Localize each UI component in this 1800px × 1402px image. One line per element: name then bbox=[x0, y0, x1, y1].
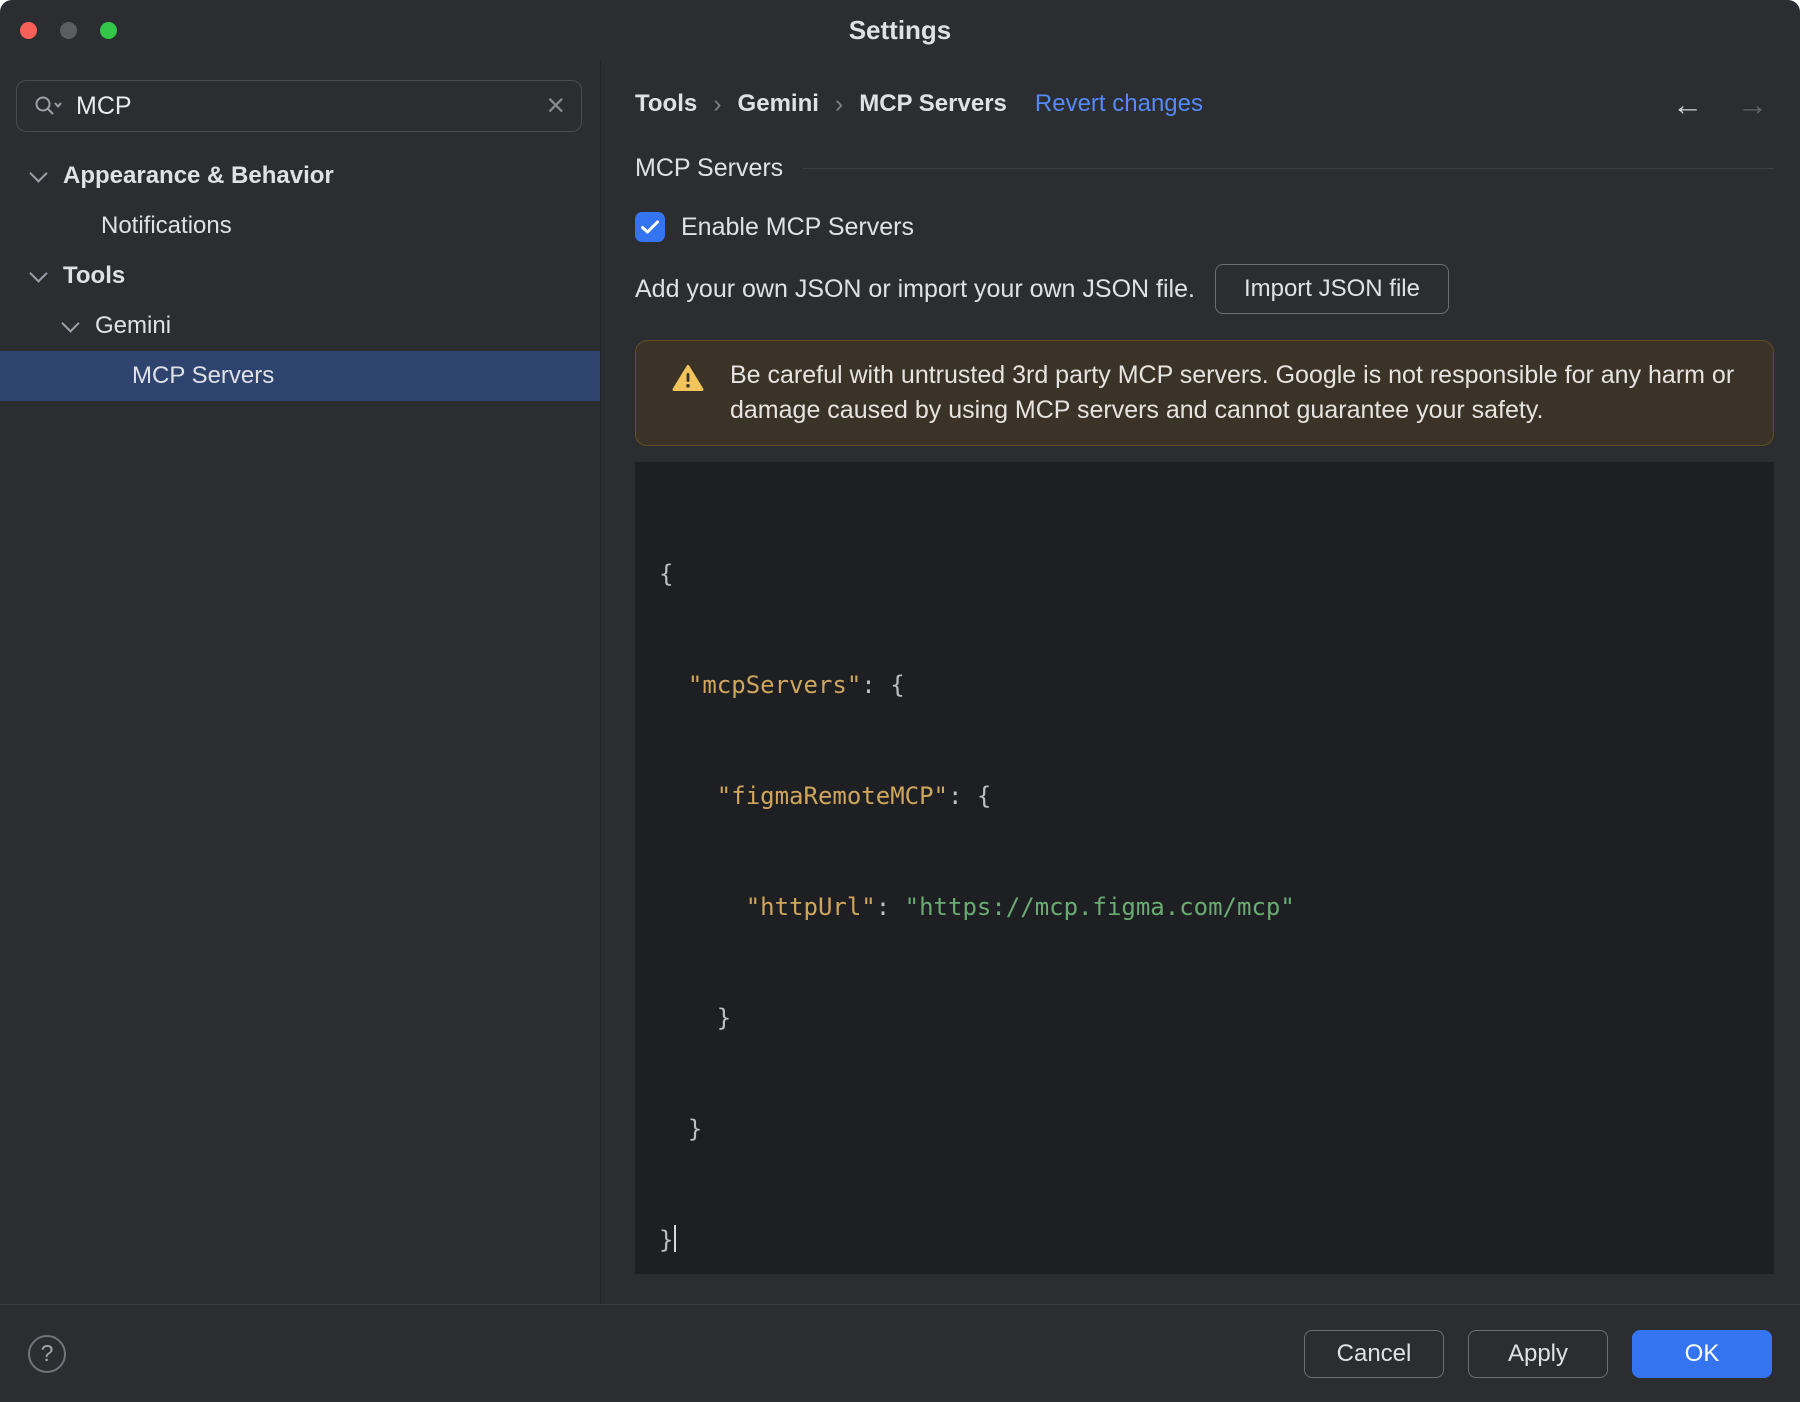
sidebar-item-appearance-behavior[interactable]: Appearance & Behavior bbox=[0, 151, 600, 201]
settings-main-panel: Tools › Gemini › MCP Servers Revert chan… bbox=[601, 60, 1800, 1304]
breadcrumb-separator-icon: › bbox=[713, 89, 722, 118]
text-caret bbox=[674, 1225, 677, 1252]
breadcrumb-mcp-servers: MCP Servers bbox=[859, 90, 1007, 117]
code-punct: } bbox=[659, 1115, 703, 1143]
history-nav: ← → bbox=[1672, 89, 1774, 120]
sidebar-item-gemini[interactable]: Gemini bbox=[0, 301, 600, 351]
sidebar-item-label: Appearance & Behavior bbox=[63, 162, 334, 189]
close-window-button[interactable] bbox=[20, 21, 37, 39]
minimize-window-button[interactable] bbox=[60, 21, 77, 39]
checkmark-icon bbox=[641, 220, 659, 234]
settings-window: Settings × Appearance & Behavior bbox=[0, 0, 1800, 1402]
code-line: { bbox=[659, 556, 1750, 593]
window-controls bbox=[20, 0, 117, 60]
clear-search-icon[interactable]: × bbox=[546, 89, 565, 124]
question-mark-icon: ? bbox=[40, 1340, 54, 1366]
code-punct: : bbox=[875, 893, 905, 921]
code-key: "httpUrl" bbox=[745, 893, 876, 921]
code-punct: { bbox=[659, 560, 674, 588]
section-title: MCP Servers bbox=[635, 153, 784, 182]
settings-search-field[interactable]: × bbox=[16, 80, 582, 132]
sidebar-item-label: Notifications bbox=[101, 212, 232, 239]
warning-text: Be careful with untrusted 3rd party MCP … bbox=[730, 361, 1735, 424]
import-json-button[interactable]: Import JSON file bbox=[1214, 264, 1449, 314]
enable-mcp-label: Enable MCP Servers bbox=[681, 212, 914, 241]
json-hint-row: Add your own JSON or import your own JSO… bbox=[635, 264, 1774, 314]
chevron-down-icon[interactable] bbox=[61, 313, 80, 333]
code-line: } bbox=[659, 1111, 1750, 1148]
search-input[interactable] bbox=[76, 91, 534, 121]
settings-tree: Appearance & Behavior Notifications Tool… bbox=[0, 151, 600, 401]
settings-sidebar: × Appearance & Behavior Notifications To… bbox=[0, 60, 601, 1304]
help-button[interactable]: ? bbox=[28, 1334, 66, 1373]
sidebar-item-label: Gemini bbox=[95, 312, 172, 339]
chevron-down-icon[interactable] bbox=[29, 163, 48, 183]
code-line: } bbox=[659, 1222, 1750, 1259]
sidebar-item-notifications[interactable]: Notifications bbox=[0, 201, 600, 251]
sidebar-item-mcp-servers[interactable]: MCP Servers bbox=[0, 351, 600, 401]
apply-button[interactable]: Apply bbox=[1468, 1329, 1608, 1378]
cancel-button[interactable]: Cancel bbox=[1304, 1329, 1444, 1378]
section-header: MCP Servers bbox=[635, 153, 1774, 183]
code-key: "figmaRemoteMCP" bbox=[716, 782, 948, 810]
dialog-footer: ? Cancel Apply OK bbox=[0, 1304, 1800, 1402]
warning-triangle-icon bbox=[672, 364, 704, 397]
sidebar-item-tools[interactable]: Tools bbox=[0, 251, 600, 301]
breadcrumb-tools[interactable]: Tools bbox=[635, 90, 697, 118]
code-line: "mcpServers": { bbox=[659, 667, 1750, 704]
breadcrumb-gemini[interactable]: Gemini bbox=[738, 90, 819, 118]
code-punct: } bbox=[659, 1004, 732, 1032]
code-line: } bbox=[659, 1000, 1750, 1037]
chevron-down-icon[interactable] bbox=[29, 263, 48, 283]
sidebar-item-label: MCP Servers bbox=[132, 362, 275, 389]
code-key: "mcpServers" bbox=[687, 671, 862, 699]
json-editor[interactable]: { "mcpServers": { "figmaRemoteMCP": { "h… bbox=[635, 462, 1774, 1274]
code-string: "https://mcp.figma.com/mcp" bbox=[904, 893, 1295, 921]
warning-banner: Be careful with untrusted 3rd party MCP … bbox=[635, 340, 1774, 446]
dialog-buttons: Cancel Apply OK bbox=[1304, 1329, 1772, 1378]
code-punct: : { bbox=[947, 782, 992, 810]
ok-button[interactable]: OK bbox=[1632, 1329, 1772, 1378]
back-arrow-icon[interactable]: ← bbox=[1672, 89, 1703, 120]
breadcrumb: Tools › Gemini › MCP Servers Revert chan… bbox=[635, 86, 1774, 122]
json-hint-text: Add your own JSON or import your own JSO… bbox=[635, 274, 1195, 303]
zoom-window-button[interactable] bbox=[100, 21, 117, 39]
titlebar: Settings bbox=[0, 0, 1800, 60]
sidebar-item-label: Tools bbox=[63, 262, 126, 289]
enable-mcp-checkbox[interactable] bbox=[635, 212, 665, 242]
search-icon[interactable] bbox=[33, 93, 63, 119]
window-title: Settings bbox=[848, 14, 952, 45]
code-line: "httpUrl": "https://mcp.figma.com/mcp" bbox=[659, 889, 1750, 926]
revert-changes-link[interactable]: Revert changes bbox=[1035, 90, 1203, 118]
code-punct: : { bbox=[861, 671, 905, 699]
forward-arrow-icon[interactable]: → bbox=[1737, 89, 1768, 120]
breadcrumb-separator-icon: › bbox=[834, 89, 844, 118]
code-line: "figmaRemoteMCP": { bbox=[659, 778, 1750, 815]
section-divider bbox=[803, 167, 1774, 169]
code-punct: } bbox=[659, 1226, 674, 1254]
enable-mcp-row: Enable MCP Servers bbox=[635, 210, 1774, 244]
